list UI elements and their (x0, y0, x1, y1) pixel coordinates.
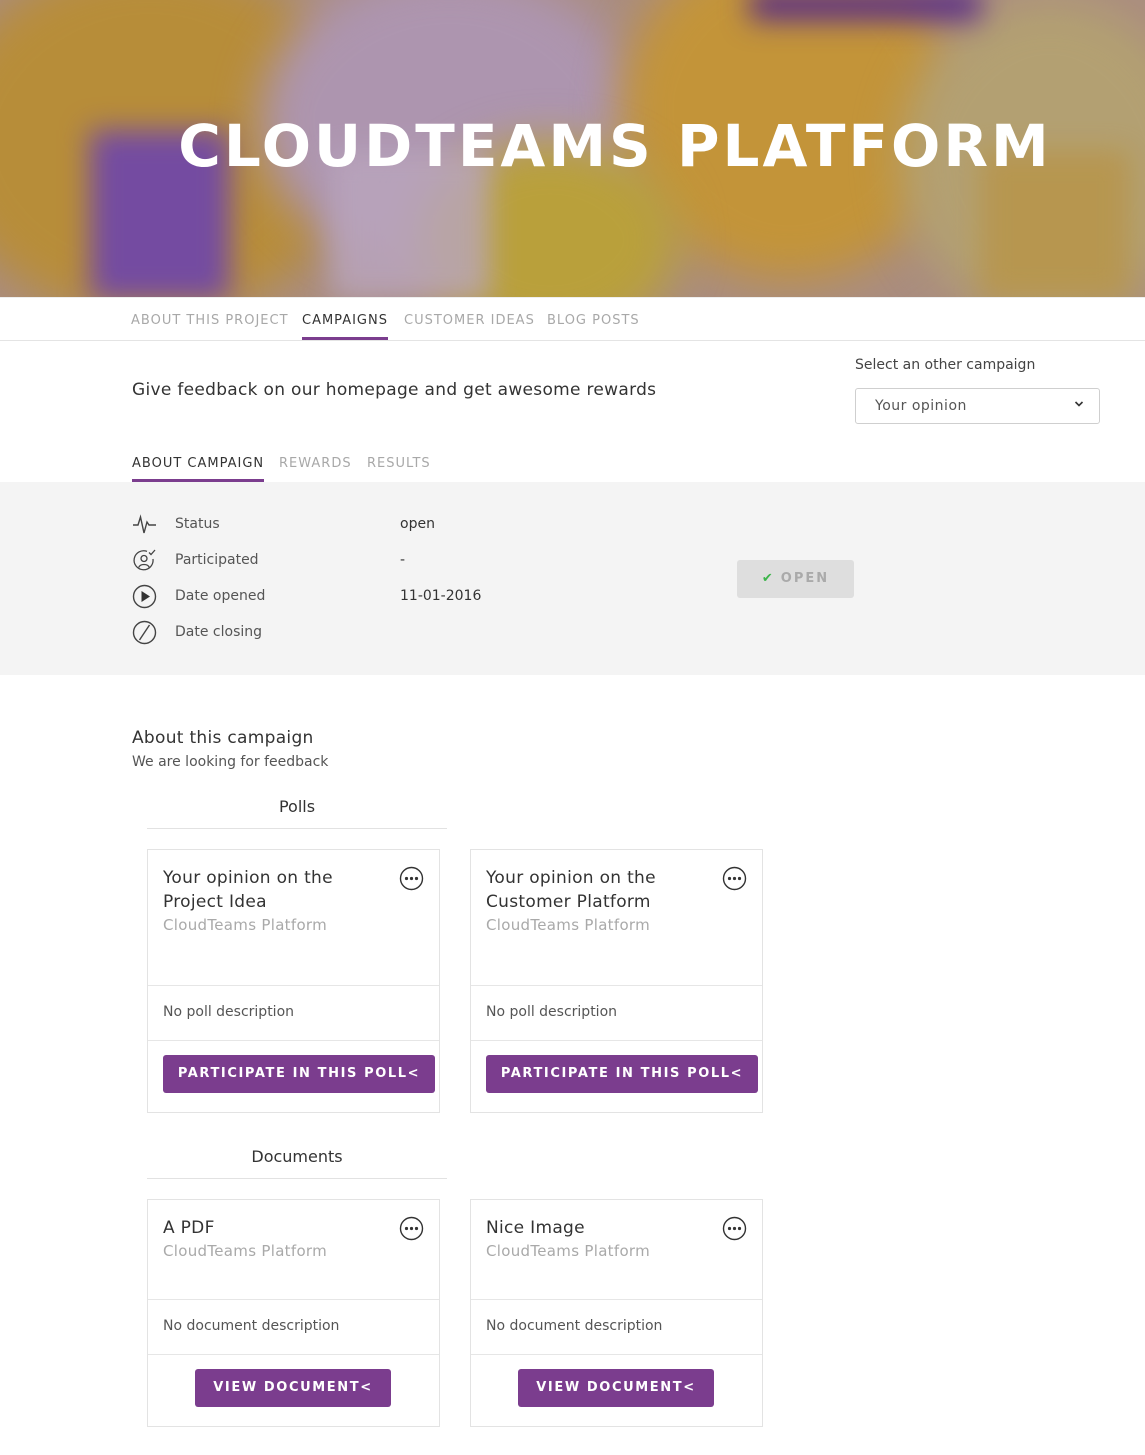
more-options-icon[interactable] (399, 866, 424, 891)
tab-blog-posts[interactable]: BLOG POSTS (547, 313, 640, 337)
info-label: Date closing (175, 624, 263, 640)
divider (471, 1299, 762, 1300)
project-tabs: ABOUT THIS PROJECT CAMPAIGNS CUSTOMER ID… (0, 297, 1145, 341)
document-description: No document description (163, 1318, 340, 1334)
participate-poll-button[interactable]: PARTICIPATE IN THIS POLL< (163, 1055, 435, 1093)
poll-description: No poll description (486, 1004, 618, 1020)
campaign-heading: Give feedback on our homepage and get aw… (132, 380, 657, 400)
document-description: No document description (486, 1318, 663, 1334)
tab-customer-ideas[interactable]: CUSTOMER IDEAS (404, 313, 535, 337)
more-options-icon[interactable] (722, 866, 747, 891)
tab-about-this-project[interactable]: ABOUT THIS PROJECT (131, 313, 289, 337)
divider (148, 1299, 439, 1300)
more-options-icon[interactable] (399, 1216, 424, 1241)
poll-title: Your opinion on the Project Idea (163, 868, 333, 912)
page-title: CLOUDTEAMS PLATFORM (178, 112, 1052, 180)
document-project: CloudTeams Platform (486, 1242, 651, 1260)
participate-poll-button[interactable]: PARTICIPATE IN THIS POLL< (486, 1055, 758, 1093)
divider (148, 1040, 439, 1041)
open-button-label: OPEN (780, 571, 830, 586)
document-card: Nice Image CloudTeams Platform No docume… (470, 1199, 763, 1427)
divider (471, 985, 762, 986)
tab-about-campaign[interactable]: ABOUT CAMPAIGN (132, 456, 265, 482)
user-check-icon (133, 549, 156, 571)
divider (148, 1354, 439, 1355)
ban-circle-icon (132, 620, 157, 645)
chevron-down-icon (1074, 401, 1084, 407)
open-status-button[interactable]: ✔ OPEN (737, 560, 854, 598)
document-title: A PDF (163, 1218, 215, 1238)
document-title: Nice Image (486, 1218, 585, 1238)
tab-rewards[interactable]: REWARDS (279, 456, 352, 479)
date-opened-value: 11-01-2016 (400, 588, 482, 604)
polls-section-title: Polls (147, 797, 447, 829)
tab-campaigns[interactable]: CAMPAIGNS (302, 313, 388, 340)
campaign-select-label: Select an other campaign (855, 357, 1036, 373)
about-campaign-title: About this campaign (132, 728, 314, 748)
view-document-button[interactable]: VIEW DOCUMENT< (518, 1369, 714, 1407)
play-circle-icon (132, 584, 157, 609)
check-icon: ✔ (761, 571, 775, 586)
campaign-select-value: Your opinion (875, 398, 967, 414)
info-label: Date opened (175, 588, 266, 604)
poll-title: Your opinion on the Customer Platform (486, 868, 656, 912)
divider (471, 1040, 762, 1041)
view-document-button[interactable]: VIEW DOCUMENT< (195, 1369, 391, 1407)
campaign-info-panel: Status open Participated - Date opened 1… (0, 482, 1145, 675)
info-label: Participated (175, 552, 259, 568)
campaign-select[interactable]: Your opinion (855, 388, 1100, 424)
participated-value: - (400, 552, 406, 568)
poll-card: Your opinion on the Customer Platform Cl… (470, 849, 763, 1113)
status-value: open (400, 516, 435, 532)
divider (471, 1354, 762, 1355)
pulse-icon (133, 514, 156, 534)
poll-card: Your opinion on the Project Idea CloudTe… (147, 849, 440, 1113)
info-label: Status (175, 516, 220, 532)
document-project: CloudTeams Platform (163, 1242, 328, 1260)
divider (148, 985, 439, 986)
hero-banner: CLOUDTEAMS PLATFORM (0, 0, 1145, 297)
document-card: A PDF CloudTeams Platform No document de… (147, 1199, 440, 1427)
tab-results[interactable]: RESULTS (367, 456, 431, 479)
poll-project: CloudTeams Platform (486, 916, 651, 934)
poll-description: No poll description (163, 1004, 295, 1020)
documents-section-title: Documents (147, 1147, 447, 1179)
more-options-icon[interactable] (722, 1216, 747, 1241)
about-campaign-text: We are looking for feedback (132, 754, 329, 770)
poll-project: CloudTeams Platform (163, 916, 328, 934)
